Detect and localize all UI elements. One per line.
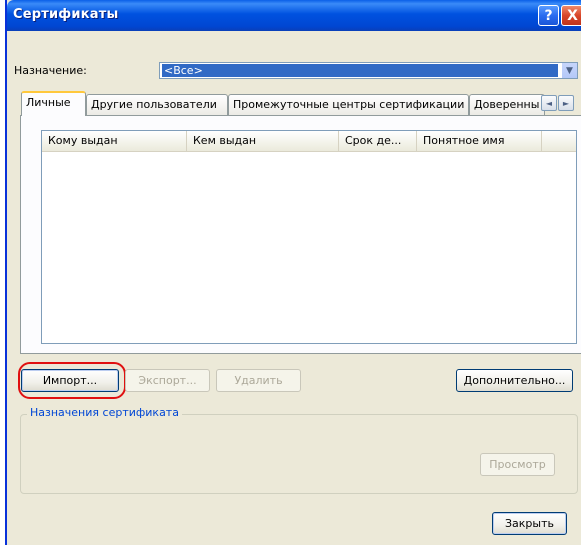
close-button[interactable]: Закрыть <box>492 512 567 535</box>
tab-label: Другие пользователи <box>91 98 217 111</box>
advanced-button[interactable]: Дополнительно... <box>456 369 573 392</box>
close-window-button[interactable]: X <box>561 5 581 26</box>
column-issued-by[interactable]: Кем выдан <box>187 131 339 151</box>
export-button[interactable]: Экспорт... <box>125 369 210 392</box>
certificate-list[interactable]: Кому выдан Кем выдан Срок де... Понятное… <box>41 130 577 344</box>
view-button[interactable]: Просмотр <box>480 453 555 476</box>
column-expiration[interactable]: Срок де... <box>339 131 417 151</box>
tab-other-people[interactable]: Другие пользователи <box>86 94 228 115</box>
tab-panel: Кому выдан Кем выдан Срок де... Понятное… <box>20 115 581 354</box>
tab-intermediate-cas[interactable]: Промежуточные центры сертификации <box>228 94 469 115</box>
close-button-label: Закрыть <box>505 517 554 530</box>
title-bar[interactable]: Сертификаты ? X <box>7 0 581 31</box>
certificates-dialog: Сертификаты ? X Назначение: <Все> ▼ Личн… <box>5 0 581 545</box>
advanced-button-label: Дополнительно... <box>463 374 566 387</box>
view-button-label: Просмотр <box>489 458 546 471</box>
column-friendly-name[interactable]: Понятное имя <box>417 131 542 151</box>
delete-button[interactable]: Удалить <box>216 369 301 392</box>
tab-label: Доверенны <box>474 98 540 111</box>
export-button-label: Экспорт... <box>138 374 197 387</box>
list-header: Кому выдан Кем выдан Срок де... Понятное… <box>42 131 576 152</box>
tab-personal[interactable]: Личные <box>21 91 86 116</box>
purpose-select[interactable]: <Все> ▼ <box>159 62 578 79</box>
tab-trusted-roots[interactable]: Доверенны <box>469 94 545 115</box>
close-icon: X <box>567 7 578 24</box>
help-icon: ? <box>544 7 553 24</box>
tab-label: Личные <box>26 96 71 109</box>
window-title: Сертификаты <box>13 7 119 22</box>
tab-scroll-left-icon[interactable]: ◄ <box>541 95 557 111</box>
purpose-selected-value: <Все> <box>162 64 558 77</box>
help-button[interactable]: ? <box>538 5 559 26</box>
tab-label: Промежуточные центры сертификации <box>233 98 465 111</box>
import-button[interactable]: Импорт... <box>21 369 119 392</box>
tab-strip: Личные Другие пользователи Промежуточные… <box>7 91 581 116</box>
purpose-label: Назначение: <box>14 64 87 77</box>
certificate-purposes-title: Назначения сертификата <box>27 406 182 419</box>
tab-scroll-right-icon[interactable]: ► <box>558 95 574 111</box>
delete-button-label: Удалить <box>234 374 283 387</box>
column-issued-to[interactable]: Кому выдан <box>42 131 187 151</box>
chevron-down-icon[interactable]: ▼ <box>561 63 577 78</box>
import-button-label: Импорт... <box>42 374 98 387</box>
